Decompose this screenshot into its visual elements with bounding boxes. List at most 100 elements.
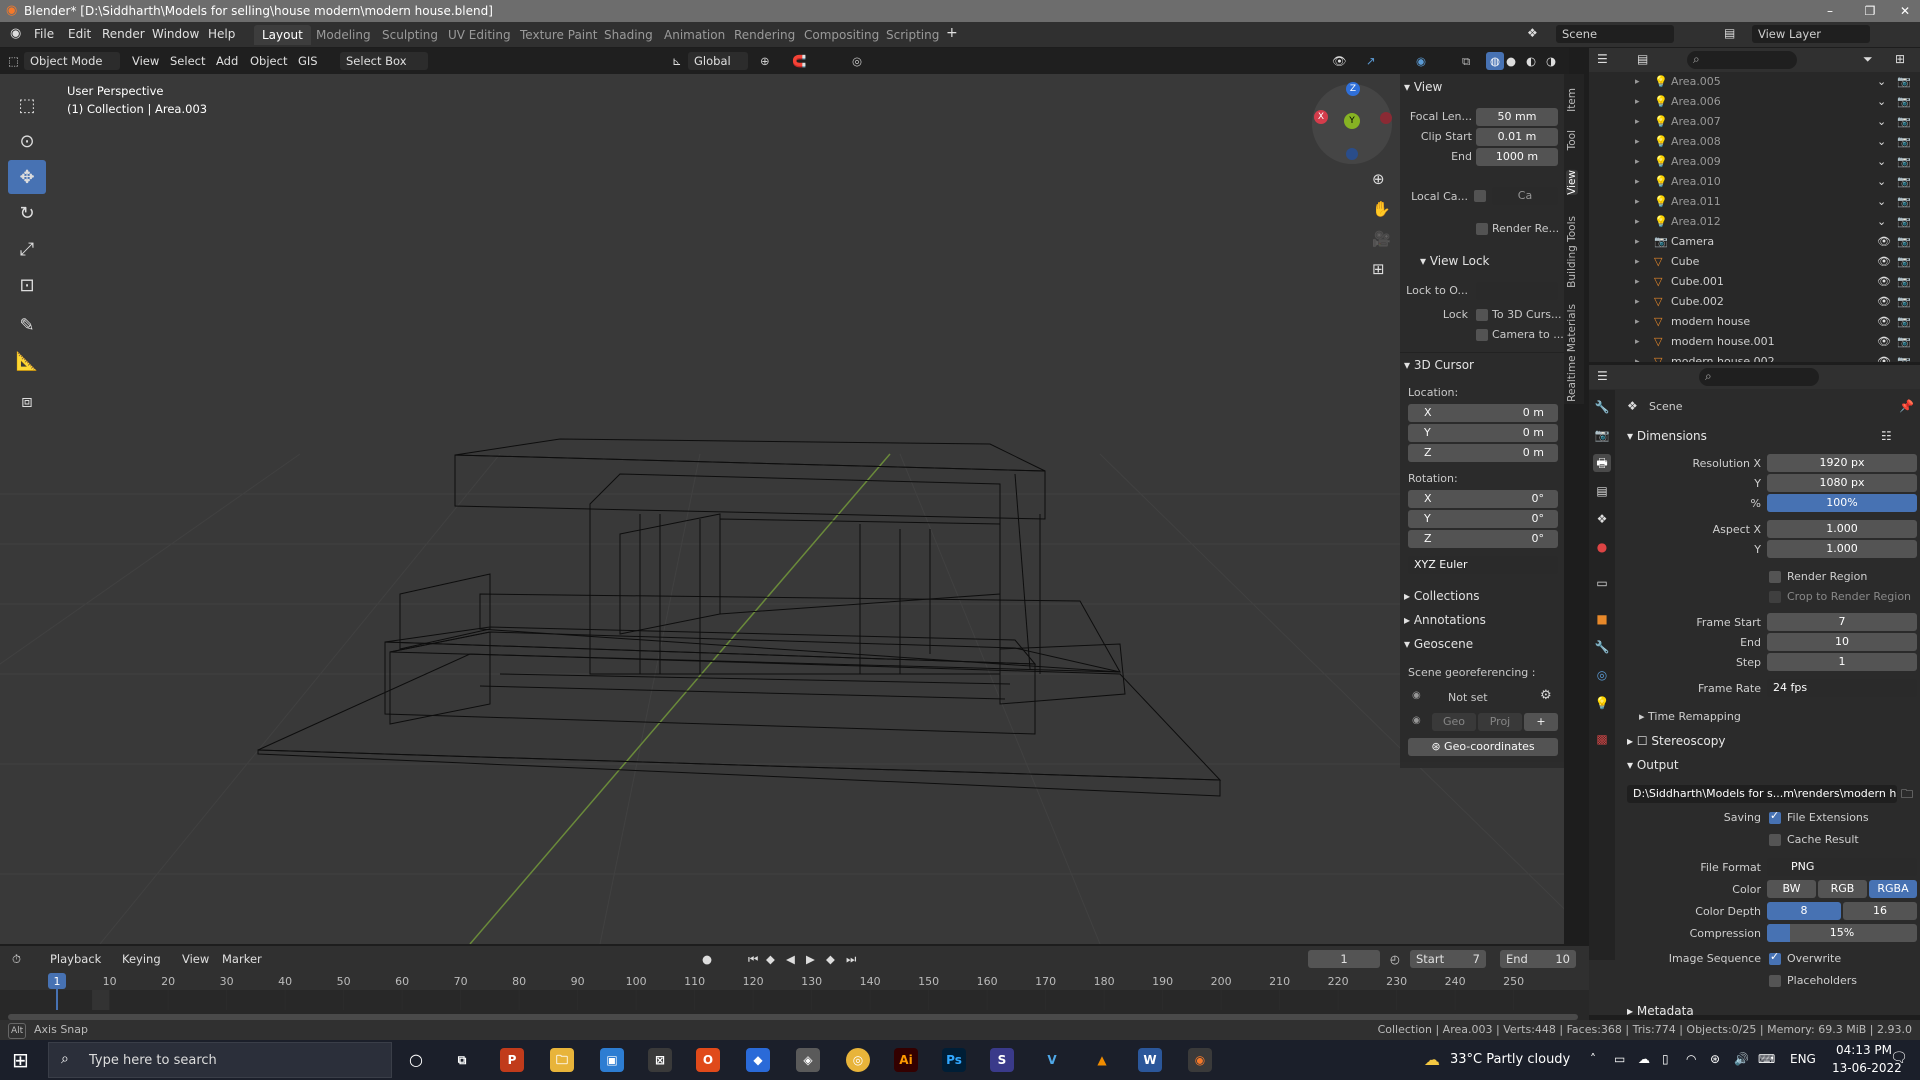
output-tab-icon[interactable]: 🖶 [1593, 454, 1611, 472]
world-tab-icon[interactable]: ● [1593, 538, 1611, 556]
add-workspace-icon[interactable]: + [946, 25, 958, 41]
outliner-row[interactable]: ▸ 💡 Area.007 ⌄ 📷 [1589, 112, 1920, 132]
render-camera-icon[interactable]: 📷 [1897, 232, 1911, 252]
rotate-tool-icon[interactable]: ↻ [8, 196, 46, 230]
cursor-rot-z-field[interactable]: Z 0° [1408, 530, 1558, 548]
lock-to-cursor-checkbox[interactable] [1476, 309, 1488, 321]
render-camera-icon[interactable]: 📷 [1897, 252, 1911, 272]
maximize-button[interactable]: ❐ [1855, 0, 1885, 22]
pivot-icon[interactable]: ⊕ [760, 52, 770, 70]
outliner-row[interactable]: ▸ 💡 Area.011 ⌄ 📷 [1589, 192, 1920, 212]
new-collection-icon[interactable]: ⊞ [1895, 52, 1905, 66]
play-reverse-icon[interactable]: ◀ [786, 950, 795, 968]
resolution-percent-field[interactable]: 100% [1767, 494, 1917, 512]
expand-arrow-icon[interactable]: ▸ [1635, 152, 1640, 172]
photoshop-icon[interactable]: Ps [942, 1048, 966, 1072]
view-layer-tab-icon[interactable]: ▤ [1593, 482, 1611, 500]
render-camera-icon[interactable]: 📷 [1897, 352, 1911, 362]
collections-section-header[interactable]: ▸ Collections [1404, 589, 1479, 603]
wireframe-shading-icon[interactable]: ◍ [1486, 52, 1504, 70]
material-shading-icon[interactable]: ◐ [1526, 52, 1536, 70]
add-cube-tool-icon[interactable]: ⧈ [8, 384, 46, 418]
hidden-eye-icon[interactable]: ⌄ [1877, 72, 1886, 92]
time-remapping-header[interactable]: ▸ Time Remapping [1639, 710, 1741, 723]
outliner-row[interactable]: ▸ 💡 Area.010 ⌄ 📷 [1589, 172, 1920, 192]
visibility-eye-icon[interactable]: 👁 [1877, 352, 1891, 362]
cursor-rot-y-field[interactable]: Y 0° [1408, 510, 1558, 528]
editor-type-icon[interactable]: ⏱ [12, 950, 21, 968]
output-header[interactable]: ▾ Output [1627, 758, 1679, 772]
outliner-row[interactable]: ▸ ▽ Cube.002 👁 📷 [1589, 292, 1920, 312]
office-icon[interactable]: O [696, 1048, 720, 1072]
outliner-row[interactable]: ▸ 💡 Area.009 ⌄ 📷 [1589, 152, 1920, 172]
render-camera-icon[interactable]: 📷 [1897, 132, 1911, 152]
metadata-header[interactable]: ▸ Metadata [1627, 1004, 1694, 1018]
texture-tab-icon[interactable]: ▩ [1593, 730, 1611, 748]
file-explorer-icon[interactable]: 🗀 [550, 1048, 574, 1072]
visibility-eye-icon[interactable]: 👁 [1877, 232, 1891, 252]
editor-type-icon[interactable]: ⬚ [8, 52, 19, 70]
select-box-tool-icon[interactable]: ⬚ [8, 88, 46, 122]
gear-icon[interactable]: ⚙ [1540, 688, 1552, 703]
object-data-tab-icon[interactable]: 💡 [1593, 694, 1611, 712]
display-mode-icon[interactable]: ▤ [1637, 52, 1648, 66]
expand-arrow-icon[interactable]: ▸ [1635, 192, 1640, 212]
cursor-tool-icon[interactable]: ⊙ [8, 124, 46, 158]
expand-arrow-icon[interactable]: ▸ [1635, 272, 1640, 292]
visibility-eye-icon[interactable]: 👁 [1877, 332, 1891, 352]
menu-view[interactable]: View [132, 52, 159, 70]
cache-result-checkbox[interactable] [1769, 834, 1781, 846]
tab-tool[interactable]: Tool [1566, 130, 1578, 150]
expand-arrow-icon[interactable]: ▸ [1635, 132, 1640, 152]
prev-keyframe-icon[interactable]: ◆ [766, 950, 775, 968]
minimize-button[interactable]: – [1815, 0, 1845, 22]
move-tool-icon[interactable]: ✥ [8, 160, 46, 194]
view-lock-header[interactable]: ▾ View Lock [1420, 254, 1490, 268]
transform-tool-icon[interactable]: ⊡ [8, 268, 46, 302]
cursor-loc-y-field[interactable]: Y 0 m [1408, 424, 1558, 442]
task-view-icon[interactable]: ⧉ [450, 1048, 474, 1072]
gizmo-x-icon[interactable]: X [1314, 110, 1328, 124]
render-camera-icon[interactable]: 📷 [1897, 212, 1911, 232]
placeholders-checkbox[interactable] [1769, 975, 1781, 987]
menu-add[interactable]: Add [216, 52, 238, 70]
geo-button[interactable]: Geo [1432, 713, 1476, 731]
tab-view[interactable]: View [1566, 170, 1578, 195]
expand-arrow-icon[interactable]: ▸ [1635, 332, 1640, 352]
render-camera-icon[interactable]: 📷 [1897, 152, 1911, 172]
menu-select[interactable]: Select [170, 52, 205, 70]
compression-slider[interactable]: 15% [1767, 924, 1917, 942]
render-camera-icon[interactable]: 📷 [1897, 292, 1911, 312]
hidden-eye-icon[interactable]: ⌄ [1877, 192, 1886, 212]
proportional-edit-icon[interactable]: ◎ [852, 52, 862, 70]
mode-dropdown[interactable]: Object Mode [24, 52, 120, 70]
render-camera-icon[interactable]: 📷 [1897, 312, 1911, 332]
frame-start-field[interactable]: 7 [1767, 613, 1917, 631]
visibility-eye-icon[interactable]: 👁 [1877, 272, 1891, 292]
expand-arrow-icon[interactable]: ▸ [1635, 212, 1640, 232]
outliner-row[interactable]: ▸ 📷 Camera 👁 📷 [1589, 232, 1920, 252]
taskbar-search-input[interactable]: ⌕ Type here to search [48, 1042, 392, 1078]
editor-type-icon[interactable]: ☰ [1597, 369, 1608, 383]
cursor-loc-x-field[interactable]: X 0 m [1408, 404, 1558, 422]
expand-arrow-icon[interactable]: ▸ [1635, 232, 1640, 252]
file-extensions-checkbox[interactable] [1769, 809, 1781, 824]
hidden-eye-icon[interactable]: ⌄ [1877, 172, 1886, 192]
tab-building-tools[interactable]: Building Tools [1566, 216, 1578, 288]
tab-sculpting[interactable]: Sculpting [374, 25, 446, 45]
visibility-icon[interactable]: 👁 [1332, 52, 1347, 70]
store-icon[interactable]: ⊠ [648, 1048, 672, 1072]
menu-object[interactable]: Object [250, 52, 287, 70]
lock-to-object-field[interactable] [1476, 282, 1558, 300]
local-camera-checkbox[interactable] [1474, 190, 1486, 202]
next-keyframe-icon[interactable]: ◆ [826, 950, 835, 968]
expand-arrow-icon[interactable]: ▸ [1635, 72, 1640, 92]
menu-render[interactable]: Render [102, 27, 145, 41]
expand-arrow-icon[interactable]: ▸ [1635, 172, 1640, 192]
render-camera-icon[interactable]: 📷 [1897, 192, 1911, 212]
outliner-row[interactable]: ▸ 💡 Area.006 ⌄ 📷 [1589, 92, 1920, 112]
collection-tab-icon[interactable]: ▭ [1593, 574, 1611, 592]
jump-start-icon[interactable]: ⏮ [748, 950, 758, 968]
app-icon[interactable]: ◈ [796, 1048, 820, 1072]
render-camera-icon[interactable]: 📷 [1897, 172, 1911, 192]
